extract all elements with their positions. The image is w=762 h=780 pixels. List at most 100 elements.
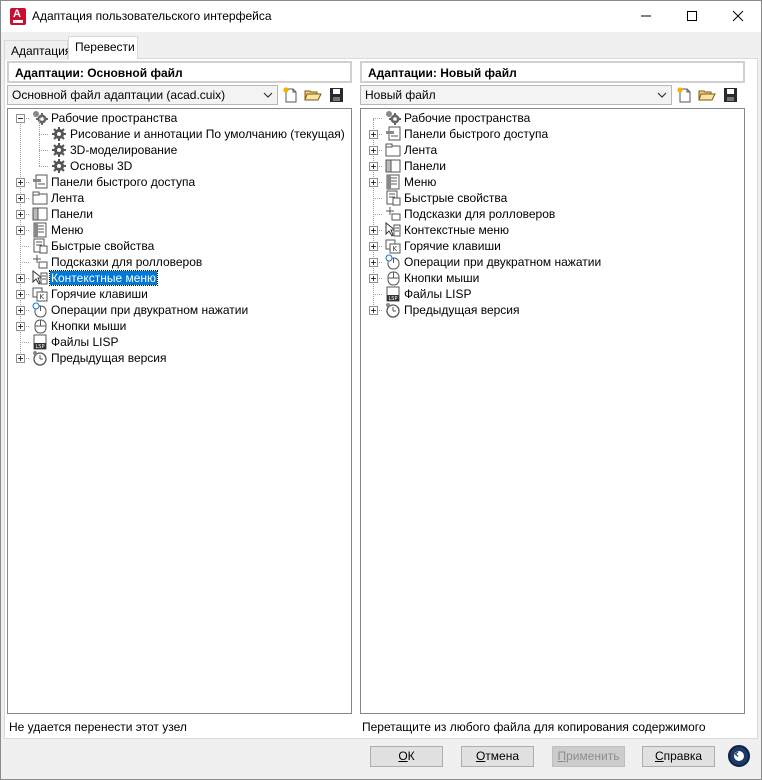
tree-node[interactable]: Меню: [8, 222, 351, 238]
tree-node[interactable]: Кнопки мыши: [8, 318, 351, 334]
left-file-select[interactable]: Основной файл адаптации (acad.cuix): [7, 85, 278, 105]
tree-node-label: Файлы LISP: [404, 287, 472, 301]
tree-connector: [373, 118, 382, 119]
tree-node[interactable]: Быстрые свойства: [8, 238, 351, 254]
tree-node[interactable]: Контекстные меню: [361, 222, 744, 238]
right-file-select[interactable]: Новый файл: [360, 85, 672, 105]
tree-node[interactable]: K Горячие клавиши: [361, 238, 744, 254]
tree-node[interactable]: Быстрые свойства: [361, 190, 744, 206]
tree-node-label: Кнопки мыши: [404, 271, 480, 285]
collapse-toggle[interactable]: [16, 114, 25, 123]
tree-node-label: Контекстные меню: [48, 270, 159, 286]
tree-node[interactable]: Панели: [8, 206, 351, 222]
tree-node[interactable]: Предыдущая версия: [8, 350, 351, 366]
double-click-icon: [32, 302, 47, 318]
legacy-icon: [33, 351, 47, 366]
tree-node[interactable]: Операции при двукратном нажатии: [8, 302, 351, 318]
double-click-icon: [385, 254, 400, 270]
context-menu-icon: [32, 270, 48, 285]
tree-node[interactable]: Рабочие пространства: [8, 110, 351, 126]
expand-toggle[interactable]: [369, 242, 378, 251]
tree-node[interactable]: Панели: [361, 158, 744, 174]
tab-customize[interactable]: Адаптация: [4, 40, 71, 60]
tree-node[interactable]: Контекстные меню: [8, 270, 351, 286]
keyboard-shortcuts-icon: K: [32, 287, 48, 302]
left-tree-view[interactable]: Рабочие пространства Рисование и аннотаци…: [7, 108, 352, 714]
tree-node[interactable]: Операции при двукратном нажатии: [361, 254, 744, 270]
maximize-button[interactable]: [669, 1, 715, 31]
tree-node-label: Меню: [51, 223, 84, 237]
tree-node[interactable]: Лента: [361, 142, 744, 158]
help-button-label: Справка: [654, 749, 703, 763]
tree-node[interactable]: Панели быстрого доступа: [8, 174, 351, 190]
new-file-icon[interactable]: [282, 87, 300, 103]
tree-node[interactable]: Рабочие пространства: [361, 110, 744, 126]
autocad-icon: A: [10, 8, 26, 25]
right-pane-header: Адаптации: Новый файл: [360, 61, 745, 83]
tree-node[interactable]: Лента: [8, 190, 351, 206]
quick-properties-icon: [386, 190, 401, 206]
right-status-text: Перетащите из любого файла для копирован…: [362, 720, 706, 734]
right-tree-view[interactable]: Рабочие пространства Панели быстрого дост…: [360, 108, 745, 714]
tree-node[interactable]: Меню: [361, 174, 744, 190]
tree-node[interactable]: LSP Файлы LISP: [8, 334, 351, 350]
tree-node[interactable]: Панели быстрого доступа: [361, 126, 744, 142]
tree-connector: [373, 294, 382, 295]
save-icon[interactable]: [328, 87, 346, 103]
lisp-files-icon: LSP: [33, 334, 47, 350]
expand-toggle[interactable]: [369, 130, 378, 139]
expand-toggle[interactable]: [16, 274, 25, 283]
tree-node[interactable]: LSP Файлы LISP: [361, 286, 744, 302]
expand-toggle[interactable]: [369, 162, 378, 171]
open-file-icon[interactable]: [304, 87, 322, 103]
tree-node[interactable]: Предыдущая версия: [361, 302, 744, 318]
close-icon: [732, 10, 744, 22]
tab-transfer[interactable]: Перевести: [68, 36, 138, 59]
minimize-button[interactable]: [623, 1, 669, 31]
tree-node[interactable]: Рисование и аннотации По умолчанию (теку…: [8, 118, 351, 142]
expand-toggle[interactable]: [16, 194, 25, 203]
tree-node[interactable]: K Горячие клавиши: [8, 286, 351, 302]
gear-icon: [52, 127, 66, 141]
tree-node[interactable]: 3D-моделирование: [8, 134, 351, 158]
close-button[interactable]: [715, 1, 761, 31]
expand-toggle[interactable]: [369, 258, 378, 267]
title-bar: A Адаптация пользовательского интерфейса: [1, 1, 761, 32]
expand-toggle[interactable]: [16, 290, 25, 299]
expand-toggle[interactable]: [369, 274, 378, 283]
maximize-icon: [687, 11, 697, 21]
open-file-icon[interactable]: [698, 87, 716, 103]
expand-toggle[interactable]: [16, 322, 25, 331]
expand-toggle[interactable]: [369, 178, 378, 187]
tree-node[interactable]: Основы 3D: [8, 150, 351, 174]
tree-node-label: Файлы LISP: [51, 335, 119, 349]
apply-button[interactable]: Применить: [552, 746, 625, 767]
help-button[interactable]: Справка: [642, 746, 715, 767]
minimize-icon: [641, 15, 651, 17]
expand-toggle[interactable]: [369, 306, 378, 315]
expand-toggle[interactable]: [16, 178, 25, 187]
expand-toggle[interactable]: [369, 226, 378, 235]
tree-node-label: Операции при двукратном нажатии: [404, 255, 602, 269]
tree-node[interactable]: Кнопки мыши: [361, 270, 744, 286]
expand-toggle[interactable]: [16, 210, 25, 219]
tree-node-label: Панели: [51, 207, 93, 221]
expand-toggle[interactable]: [16, 306, 25, 315]
tree-node-label: Лента: [404, 143, 438, 157]
save-icon[interactable]: [722, 87, 740, 103]
new-file-icon[interactable]: [676, 87, 694, 103]
tree-node-label: Меню: [404, 175, 437, 189]
expand-toggle[interactable]: [16, 226, 25, 235]
tree-node-label: Подсказки для ролловеров: [51, 255, 203, 269]
tree-node[interactable]: Подсказки для ролловеров: [8, 254, 351, 270]
ok-button[interactable]: ОК: [370, 746, 443, 767]
expand-toggle[interactable]: [16, 354, 25, 363]
expand-toggle[interactable]: [369, 146, 378, 155]
collapse-panel-button[interactable]: ‹: [728, 745, 750, 767]
tree-node[interactable]: Подсказки для ролловеров: [361, 206, 744, 222]
cancel-button[interactable]: Отмена: [461, 746, 534, 767]
tree-node-label: Лента: [51, 191, 85, 205]
toolbar-icon: [33, 174, 48, 189]
tree-node-label: Подсказки для ролловеров: [404, 207, 556, 221]
tree-node-label: Предыдущая версия: [51, 351, 167, 365]
